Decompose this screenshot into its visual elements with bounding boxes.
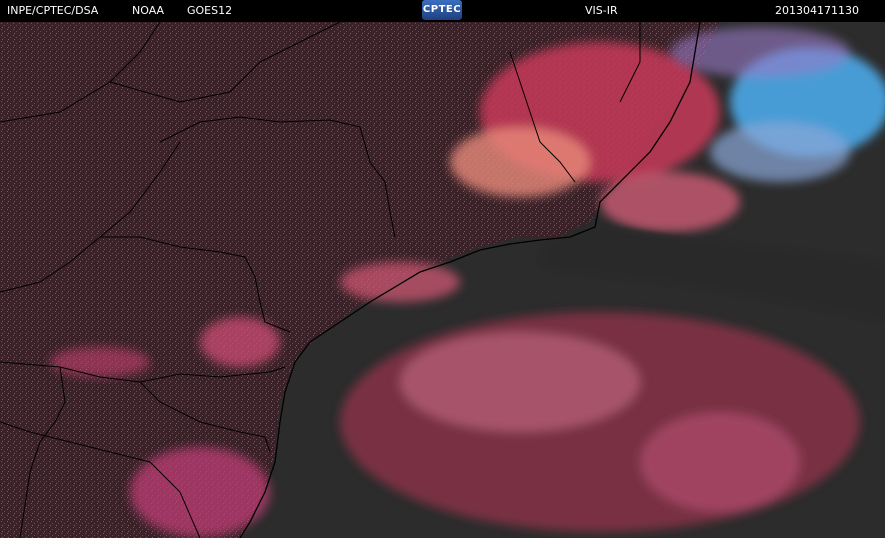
logo-text: CPTEC (422, 4, 462, 15)
source-label: INPE/CPTEC/DSA (7, 4, 99, 17)
cptec-logo: CPTEC (422, 0, 462, 20)
channel-label: VIS-IR (585, 4, 618, 17)
header-bar: INPE/CPTEC/DSA NOAA GOES12 CPTEC VIS-IR … (0, 0, 885, 22)
satellite-image (0, 22, 885, 538)
timestamp-label: 201304171130 (775, 4, 859, 17)
agency-label: NOAA (132, 4, 165, 17)
satellite-label: GOES12 (187, 4, 233, 17)
